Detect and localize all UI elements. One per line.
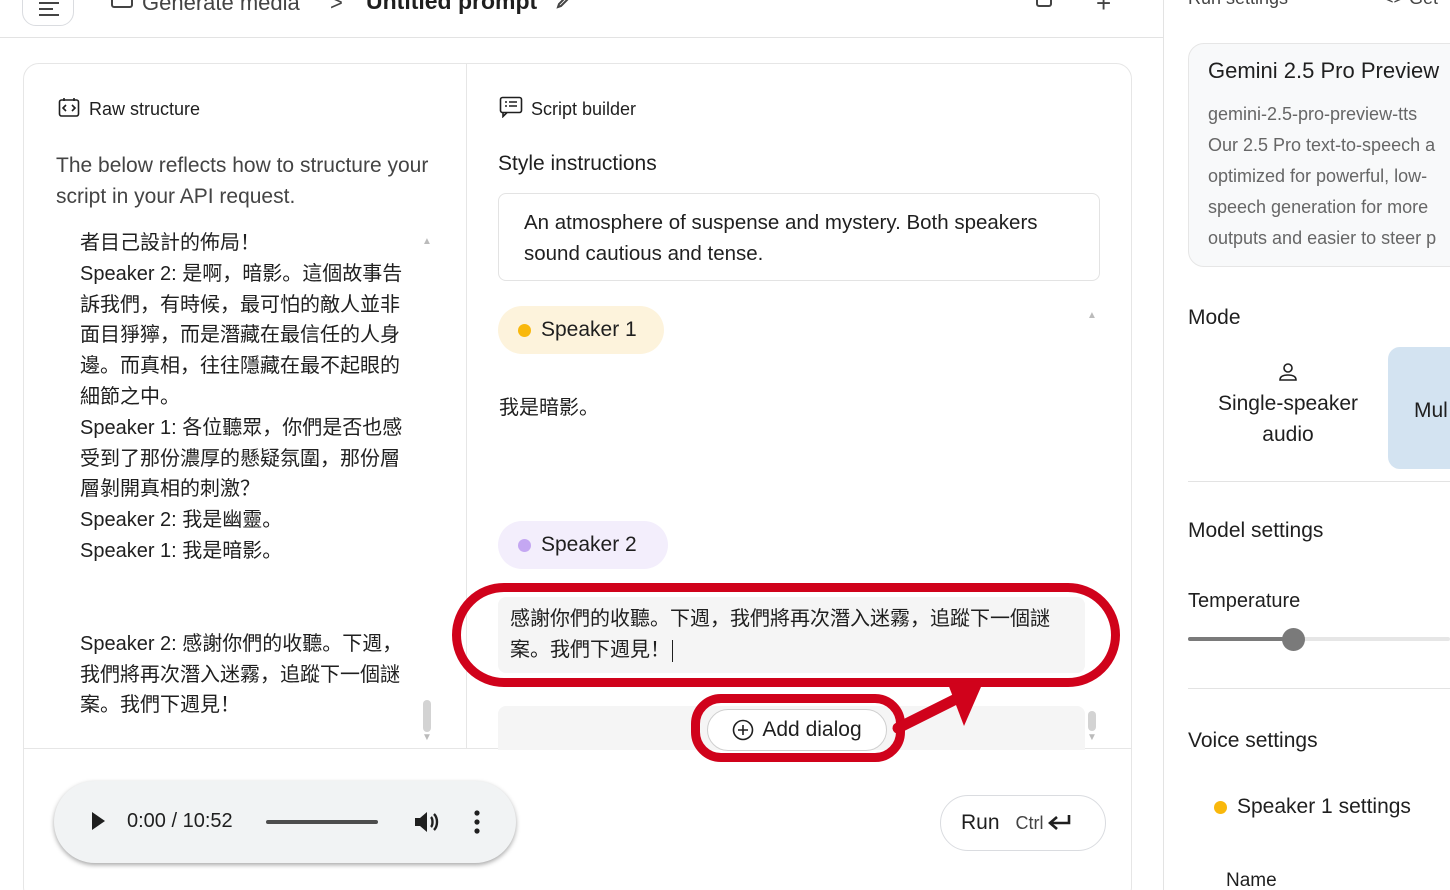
mode-single-speaker-option[interactable]: Single-speaker audio — [1198, 362, 1378, 450]
get-code-button[interactable]: <> Get — [1383, 0, 1438, 9]
page-title: Untitled prompt — [366, 0, 538, 14]
raw-structure-content: 者目己設計的佈局！ Speaker 2: 是啊，暗影。這個故事告訴我們，有時候，… — [80, 228, 410, 721]
breadcrumb-separator: > — [330, 0, 343, 15]
mode-multi-label: Mul — [1414, 399, 1448, 422]
more-vert-icon[interactable] — [472, 810, 482, 834]
raw-line: Speaker 1: 各位聽眾，你們是否也感受到了那份濃厚的懸疑氛圍，那份層層剝… — [80, 416, 403, 501]
breadcrumb-parent[interactable]: Generate media — [142, 0, 300, 16]
person-icon — [1279, 363, 1297, 381]
run-label: Run — [961, 811, 1000, 834]
media-icon — [111, 0, 133, 8]
voice-name-label: Name — [1226, 870, 1277, 890]
enter-key-icon — [1047, 815, 1070, 830]
raw-structure-title: Raw structure — [89, 99, 201, 119]
section-divider — [1188, 481, 1450, 482]
model-description-line: speech generation for more — [1208, 197, 1429, 217]
temperature-slider-fill — [1188, 637, 1294, 641]
raw-line: Speaker 2: 我是幽靈。 — [80, 509, 283, 532]
raw-line: Speaker 2: 感謝你們的收聽。下週，我們將再次潛入迷霧，追蹤下一個謎案。… — [80, 632, 403, 717]
speaker-2-dot — [518, 538, 531, 552]
speaker-1-settings[interactable]: Speaker 1 settings — [1214, 795, 1411, 819]
scroll-down-arrow[interactable]: ▼ — [1087, 732, 1097, 743]
scrollbar-thumb[interactable] — [423, 700, 431, 732]
scroll-down-arrow[interactable]: ▼ — [422, 732, 432, 743]
speaker-1-settings-dot — [1214, 800, 1227, 814]
raw-line: 者目己設計的佈局！ — [80, 232, 260, 254]
section-divider — [1188, 688, 1450, 689]
new-prompt-plus-icon[interactable]: + — [1096, 0, 1111, 19]
scroll-up-arrow[interactable]: ▲ — [1087, 310, 1097, 321]
raw-line: Speaker 1: 我是暗影。 — [80, 539, 283, 562]
speaker-2-label: Speaker 2 — [541, 533, 637, 556]
script-builder-title: Script builder — [531, 99, 637, 119]
scroll-up-arrow[interactable]: ▲ — [422, 236, 432, 247]
menu-icon — [39, 2, 59, 16]
speaker-1-dot — [518, 323, 531, 337]
audio-time: 0:00 / 10:52 — [127, 810, 233, 832]
annotation-arrow — [892, 680, 984, 734]
style-instructions-label: Style instructions — [498, 152, 657, 175]
voice-settings-label[interactable]: Voice settings — [1188, 729, 1318, 753]
annotation-highlight-button — [691, 694, 905, 762]
settings-panel-border — [1163, 0, 1164, 890]
mode-multi-speaker-option[interactable]: Mul — [1388, 347, 1450, 469]
speaker-1-chip[interactable]: Speaker 1 — [498, 306, 664, 354]
edit-pencil-icon[interactable] — [555, 0, 577, 10]
run-button[interactable]: Run Ctrl — [940, 795, 1106, 851]
model-description: Our 2.5 Pro text-to-speech a optimized f… — [1208, 130, 1450, 254]
speaker-2-chip[interactable]: Speaker 2 — [498, 521, 668, 569]
model-description-line: outputs and easier to steer p — [1208, 228, 1437, 248]
run-shortcut: Ctrl — [1015, 812, 1044, 833]
script-icon — [499, 96, 523, 118]
volume-icon[interactable] — [413, 809, 441, 835]
audio-player: 0:00 / 10:52 — [54, 781, 516, 863]
model-description-line: optimized for powerful, low- — [1208, 166, 1428, 186]
code-box-icon — [58, 98, 80, 117]
speaker-1-dialog-input[interactable]: 我是暗影。 — [499, 391, 599, 420]
model-description-line: Our 2.5 Pro text-to-speech a — [1208, 135, 1436, 155]
raw-structure-description: The below reflects how to structure your… — [56, 154, 429, 208]
speaker-1-settings-label: Speaker 1 settings — [1237, 795, 1411, 818]
model-name: Gemini 2.5 Pro Preview — [1208, 58, 1440, 83]
raw-structure-scroll-area[interactable]: 者目己設計的佈局！ Speaker 2: 是啊，暗影。這個故事告訴我們，有時候，… — [56, 228, 441, 748]
mode-label: Mode — [1188, 306, 1241, 329]
mode-single-label: Single-speaker audio — [1217, 392, 1359, 446]
model-settings-label[interactable]: Model settings — [1188, 519, 1323, 543]
temperature-label: Temperature — [1188, 590, 1301, 612]
annotation-highlight-oval — [452, 583, 1120, 687]
scrollbar-thumb[interactable] — [1088, 711, 1096, 731]
copy-icon[interactable] — [1034, 0, 1056, 10]
play-icon[interactable] — [90, 811, 106, 831]
model-id: gemini-2.5-pro-preview-tts — [1208, 104, 1418, 124]
temperature-slider-thumb[interactable] — [1282, 628, 1305, 651]
raw-line: Speaker 2: 是啊，暗影。這個故事告訴我們，有時候，最可怕的敵人並非面目… — [80, 262, 403, 408]
run-settings-title: Run settings — [1188, 0, 1288, 9]
style-instructions-input[interactable]: An atmosphere of suspense and mystery. B… — [498, 193, 1100, 281]
audio-progress-track[interactable] — [266, 820, 378, 824]
speaker-1-label: Speaker 1 — [541, 318, 637, 341]
menu-button[interactable] — [22, 0, 74, 26]
